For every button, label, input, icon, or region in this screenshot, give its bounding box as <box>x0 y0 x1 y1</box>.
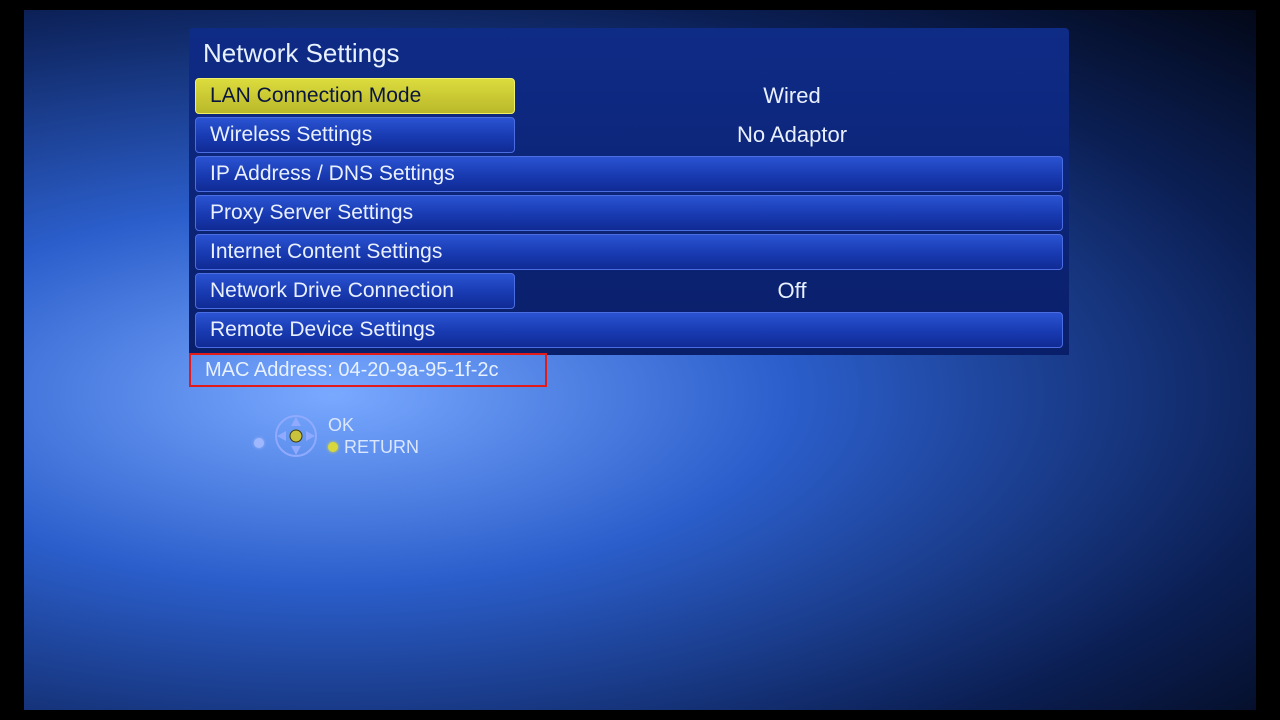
settings-item-label: Remote Device Settings <box>210 318 435 342</box>
settings-item-label: Network Drive Connection <box>210 279 454 303</box>
nav-hints: OK RETURN <box>254 414 419 458</box>
mac-value: 04-20-9a-95-1f-2c <box>338 359 498 382</box>
settings-item-button[interactable]: Remote Device Settings <box>195 312 1063 348</box>
settings-item-button[interactable]: Wireless Settings <box>195 117 515 153</box>
settings-item-value: Wired <box>521 78 1063 114</box>
settings-list: LAN Connection ModeWiredWireless Setting… <box>189 78 1069 348</box>
settings-row: LAN Connection Mode Wired <box>195 78 1063 114</box>
settings-item-button[interactable]: Network Drive Connection <box>195 273 515 309</box>
mac-address-highlight: MAC Address: 04-20-9a-95-1f-2c <box>189 353 547 387</box>
settings-item-label: Wireless Settings <box>210 123 372 147</box>
settings-item-button[interactable]: Proxy Server Settings <box>195 195 1063 231</box>
settings-row: Wireless Settings No Adaptor <box>195 117 1063 153</box>
settings-item-button[interactable]: LAN Connection Mode <box>195 78 515 114</box>
settings-item-button[interactable]: IP Address / DNS Settings <box>195 156 1063 192</box>
settings-row: Proxy Server Settings <box>195 195 1063 231</box>
settings-row: Remote Device Settings <box>195 312 1063 348</box>
settings-panel: Network Settings LAN Connection Mode Wire… <box>189 28 1069 355</box>
settings-item-label: IP Address / DNS Settings <box>210 162 455 186</box>
settings-item-button[interactable]: Internet Content Settings <box>195 234 1063 270</box>
dot-return-icon <box>328 442 338 452</box>
mac-label: MAC Address: <box>205 359 333 382</box>
settings-row: Internet Content Settings <box>195 234 1063 270</box>
page-title: Network Settings <box>189 28 1069 75</box>
hint-ok-label: OK <box>328 414 354 436</box>
tv-screen: Network Settings LAN Connection Mode Wire… <box>24 10 1256 710</box>
settings-item-value: Off <box>521 273 1063 309</box>
hint-return-label: RETURN <box>344 436 419 458</box>
settings-item-label: Internet Content Settings <box>210 240 442 264</box>
dot-marker-icon <box>254 438 264 448</box>
settings-row: Network Drive Connection Off <box>195 273 1063 309</box>
settings-item-label: LAN Connection Mode <box>210 84 421 108</box>
dpad-icon <box>274 414 318 458</box>
settings-item-value: No Adaptor <box>521 117 1063 153</box>
settings-item-label: Proxy Server Settings <box>210 201 413 225</box>
settings-row: IP Address / DNS Settings <box>195 156 1063 192</box>
